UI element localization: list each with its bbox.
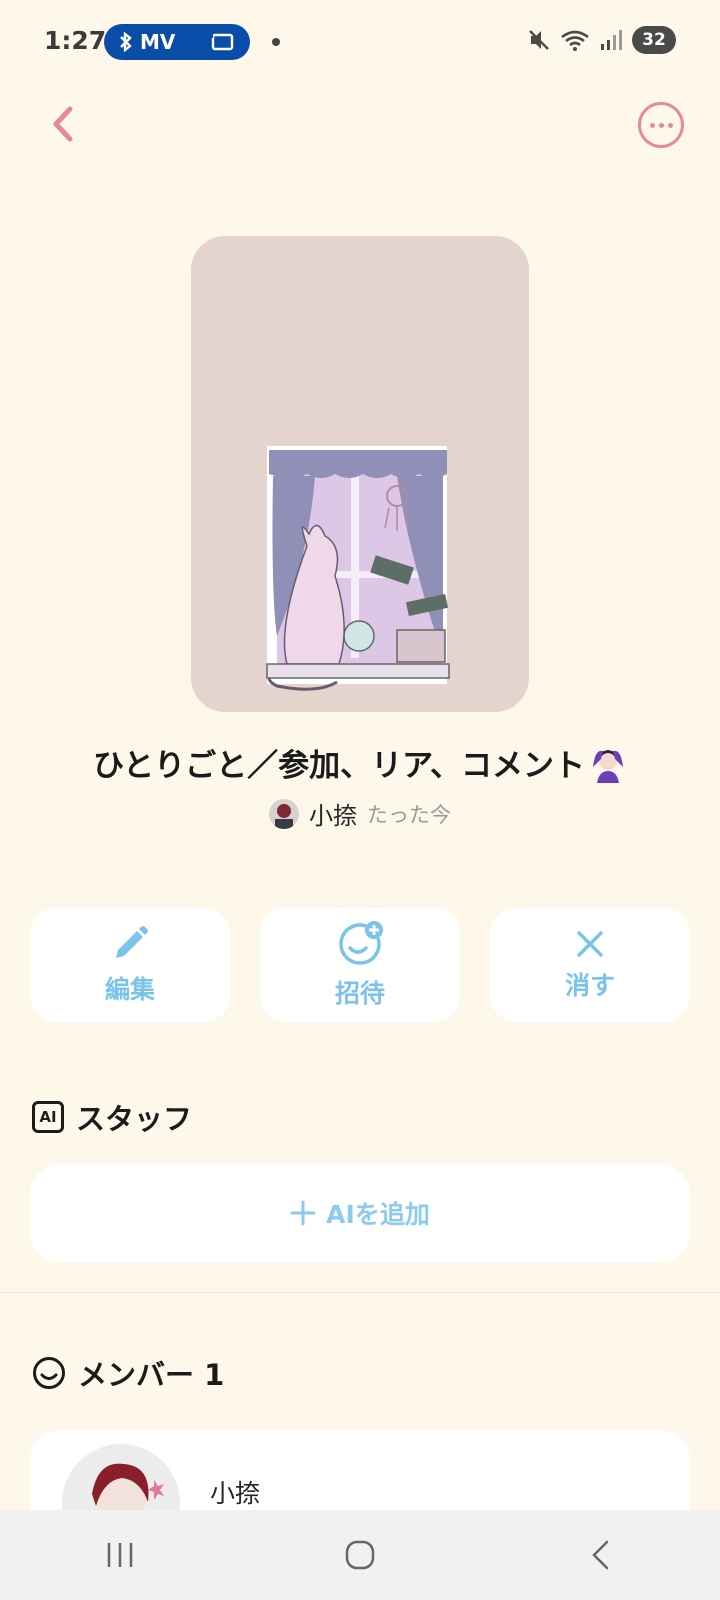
back-button[interactable] <box>40 100 84 148</box>
person-gesturing-ok-emoji <box>589 745 627 791</box>
media-pill-label: MV <box>140 30 176 54</box>
battery-indicator: 32 <box>632 26 676 54</box>
back-arrow-icon <box>592 1540 609 1570</box>
system-back-button[interactable] <box>560 1525 640 1585</box>
recent-apps-button[interactable] <box>80 1525 160 1585</box>
post-timestamp: たった今 <box>367 802 451 827</box>
notification-dot <box>272 38 280 46</box>
add-ai-button[interactable]: AIを追加 <box>30 1164 690 1262</box>
author-avatar[interactable] <box>269 798 299 829</box>
author-name[interactable]: 小捺 <box>309 796 357 831</box>
more-options-button[interactable] <box>638 102 684 148</box>
status-bar: 1:27 MV 32 <box>0 0 720 84</box>
add-ai-label: AIを追加 <box>326 1200 430 1229</box>
pencil-icon <box>116 926 148 958</box>
wifi-icon <box>561 30 589 51</box>
screen: 1:27 MV 32 ひとりごと／参加、リア、コメント 小捺 たった今 編集 招… <box>0 0 720 1600</box>
member-name[interactable]: 小捺 <box>210 1474 260 1510</box>
action-buttons: 編集 招待 消す <box>30 908 690 1022</box>
close-icon <box>577 931 603 957</box>
home-button[interactable] <box>320 1525 400 1585</box>
recent-apps-icon <box>107 1543 133 1567</box>
ai-badge-icon: AI <box>32 1101 64 1133</box>
staff-section-header: AI スタッフ <box>32 1096 192 1138</box>
cast-icon <box>209 33 234 51</box>
home-icon <box>345 1540 375 1570</box>
smiley-icon <box>33 1357 65 1389</box>
signal-icon <box>601 30 622 50</box>
add-face-icon <box>339 921 383 965</box>
edit-label: 編集 <box>104 975 155 1004</box>
member-section-header: メンバー 1 <box>32 1352 224 1394</box>
chevron-left-icon <box>53 106 73 142</box>
status-icons: 32 <box>528 26 676 54</box>
system-nav-bar <box>0 1510 720 1600</box>
post-title-text: ひとりごと／参加、リア、コメント <box>93 748 585 784</box>
delete-label: 消す <box>564 971 615 1000</box>
mute-icon <box>529 30 549 50</box>
more-horizontal-icon <box>649 122 655 128</box>
author-row[interactable]: 小捺 たった今 <box>0 796 720 831</box>
post-title: ひとりごと／参加、リア、コメント <box>0 740 720 791</box>
section-divider <box>0 1292 720 1293</box>
plus-icon <box>290 1200 316 1226</box>
status-time: 1:27 <box>44 26 107 55</box>
cover-illustration <box>266 446 450 691</box>
cover-image[interactable] <box>191 236 529 712</box>
edit-button[interactable]: 編集 <box>30 908 230 1022</box>
bluetooth-icon <box>120 32 132 52</box>
invite-button[interactable]: 招待 <box>260 908 460 1022</box>
delete-button[interactable]: 消す <box>490 908 690 1022</box>
invite-label: 招待 <box>334 979 385 1008</box>
member-section-title: メンバー 1 <box>78 1358 225 1392</box>
staff-section-title: スタッフ <box>76 1102 193 1136</box>
media-pill[interactable]: MV <box>104 24 250 60</box>
